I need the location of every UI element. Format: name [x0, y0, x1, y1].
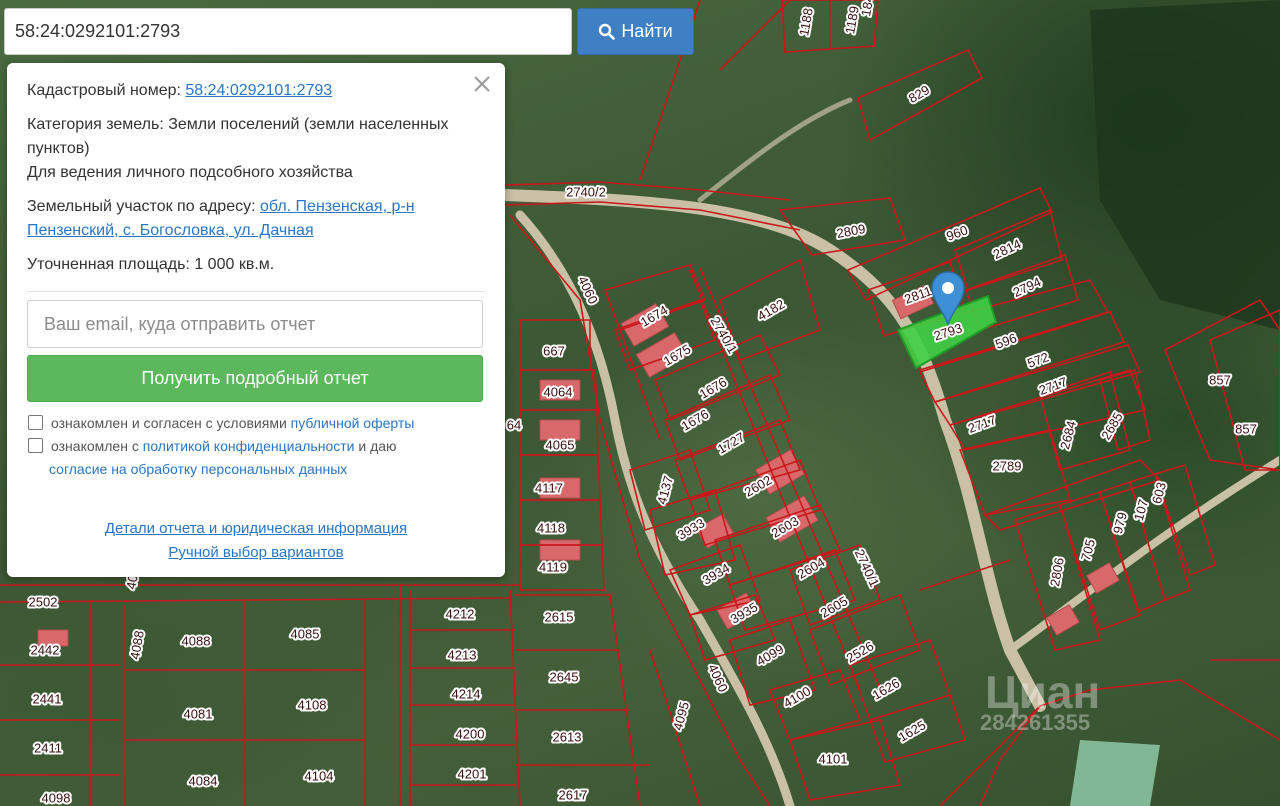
parcel-label: 1676	[679, 406, 712, 433]
agreements: ознакомлен и согласен с условиями публич…	[27, 412, 485, 481]
parcel-label: 4104	[305, 769, 334, 784]
parcel-label: 1625	[896, 717, 929, 744]
parcel-label: 4081	[184, 707, 213, 722]
parcel-label: 2684	[1057, 419, 1079, 451]
parcel-label: 2613	[553, 730, 582, 745]
parcel-label: 4064	[544, 385, 573, 400]
parcel-label: 2809	[835, 221, 866, 241]
agree-offer-row: ознакомлен и согласен с условиями публич…	[27, 412, 485, 435]
address-row: Земельный участок по адресу: обл. Пензен…	[27, 195, 485, 243]
parcel-label: 2814	[991, 236, 1024, 262]
parcel-label: 4213	[448, 648, 477, 663]
parcel-label: 2740/2	[566, 185, 606, 200]
parcel-label: 4100	[781, 683, 814, 710]
parcel-label: 64	[507, 418, 521, 433]
cadastral-number-label: Кадастровый номер:	[27, 82, 181, 99]
parcel-label: 4214	[452, 687, 481, 702]
parcel-label: 4084	[189, 774, 218, 789]
parcel-label: 1188	[796, 7, 816, 37]
public-offer-link[interactable]: публичной оферты	[291, 415, 415, 431]
parcel-label: 1189	[842, 5, 862, 35]
watermark-id: 284261355	[980, 710, 1090, 735]
parcel-label: 3934	[700, 560, 733, 587]
close-icon[interactable]	[471, 73, 493, 95]
parcel-label: 4101	[819, 752, 848, 767]
area-row: Уточненная площадь: 1 000 кв.м.	[27, 253, 485, 277]
parcel-label: 4088	[182, 634, 211, 649]
pond	[1070, 740, 1160, 806]
parcel-label: 4212	[446, 607, 475, 622]
parcel-label: 2502	[29, 595, 58, 610]
parcel-label: 572	[1025, 349, 1051, 371]
parcel-label: 2411	[34, 741, 62, 756]
parcel-label: 4065	[546, 438, 575, 453]
address-label: Земельный участок по адресу:	[27, 198, 256, 215]
agree-offer-checkbox[interactable]	[28, 415, 43, 430]
divider	[27, 291, 485, 292]
parcel-label: 4119	[539, 560, 567, 575]
parcel-label: 2806	[1047, 556, 1067, 587]
cadastral-search-input[interactable]	[4, 8, 572, 55]
agree-privacy-row: ознакомлен с политикой конфиденциальност…	[27, 435, 485, 458]
parcel-label: 2717	[966, 412, 998, 436]
cadastral-number-row: Кадастровый номер: 58:24:0292101:2793	[27, 79, 485, 103]
parcel-label: 4118	[537, 521, 565, 536]
area-label: Уточненная площадь:	[27, 256, 190, 273]
parcel-label: 4117	[535, 481, 563, 496]
parcel-label: 4088	[127, 629, 147, 660]
parcel-label: 2789	[993, 459, 1022, 474]
parcel-label: 705	[1078, 538, 1098, 563]
parcel-label: 4182	[755, 296, 788, 323]
agree-offer-text: ознакомлен и согласен с условиями	[51, 415, 287, 431]
privacy-policy-link[interactable]: политикой конфиденциальности	[143, 438, 355, 454]
parcel-label: 2441	[33, 692, 62, 707]
panel-footer-links: Детали отчета и юридическая информация Р…	[27, 517, 485, 565]
cadastral-number-link[interactable]: 58:24:0292101:2793	[185, 82, 332, 99]
parcel-label: 979	[1110, 511, 1130, 536]
parcel-label: 4085	[291, 627, 320, 642]
parcel-label: 603	[1149, 481, 1169, 506]
report-details-link[interactable]: Детали отчета и юридическая информация	[105, 517, 407, 541]
email-input[interactable]	[27, 300, 483, 348]
search-button-label: Найти	[621, 21, 673, 41]
path-north	[697, 97, 853, 203]
agree-privacy-checkbox[interactable]	[28, 438, 43, 453]
get-report-button[interactable]: Получить подробный отчет	[27, 355, 483, 402]
parcel-label: 596	[993, 330, 1019, 352]
parcel-label: 4098	[42, 791, 71, 806]
search-icon	[599, 23, 616, 40]
parcel-label: 829	[906, 82, 932, 106]
parcel-label: 4200	[456, 727, 485, 742]
land-usage: Для ведения личного подсобного хозяйства	[27, 164, 353, 181]
forest-area	[1090, 0, 1280, 330]
parcel-label: 2717	[1037, 374, 1069, 398]
parcel-label: 1727	[715, 429, 748, 456]
parcel-label: 4095	[670, 700, 692, 732]
manual-selection-link[interactable]: Ручной выбор вариантов	[168, 541, 343, 565]
land-category-label: Категория земель:	[27, 116, 164, 133]
parcel-label: 4137	[654, 474, 676, 506]
parcel-label: 667	[543, 344, 565, 359]
parcel-label: 960	[944, 222, 970, 244]
agree-privacy-mid: и даю	[358, 438, 397, 454]
parcel-label: 4108	[298, 698, 327, 713]
parcel-label: 2617	[559, 788, 588, 803]
search-button[interactable]: Найти	[577, 8, 694, 55]
parcel-label: 2442	[31, 643, 60, 658]
parcel-label: 857	[1209, 373, 1231, 388]
area-value: 1 000 кв.м.	[194, 256, 275, 273]
parcel-label: 1626	[870, 675, 903, 702]
agree-privacy-text: ознакомлен с	[51, 438, 139, 454]
parcel-label: 4201	[458, 767, 487, 782]
parcel-label: 857	[1235, 422, 1257, 437]
personal-data-consent-link[interactable]: согласие на обработку персональных данны…	[49, 461, 347, 477]
parcel-label: 2615	[545, 610, 574, 625]
parcel-label: 2645	[550, 670, 579, 685]
land-category-row: Категория земель: Земли поселений (земли…	[27, 113, 485, 185]
parcel-info-panel: Кадастровый номер: 58:24:0292101:2793 Ка…	[7, 63, 505, 577]
parcel-label: 2740/1	[852, 547, 882, 589]
